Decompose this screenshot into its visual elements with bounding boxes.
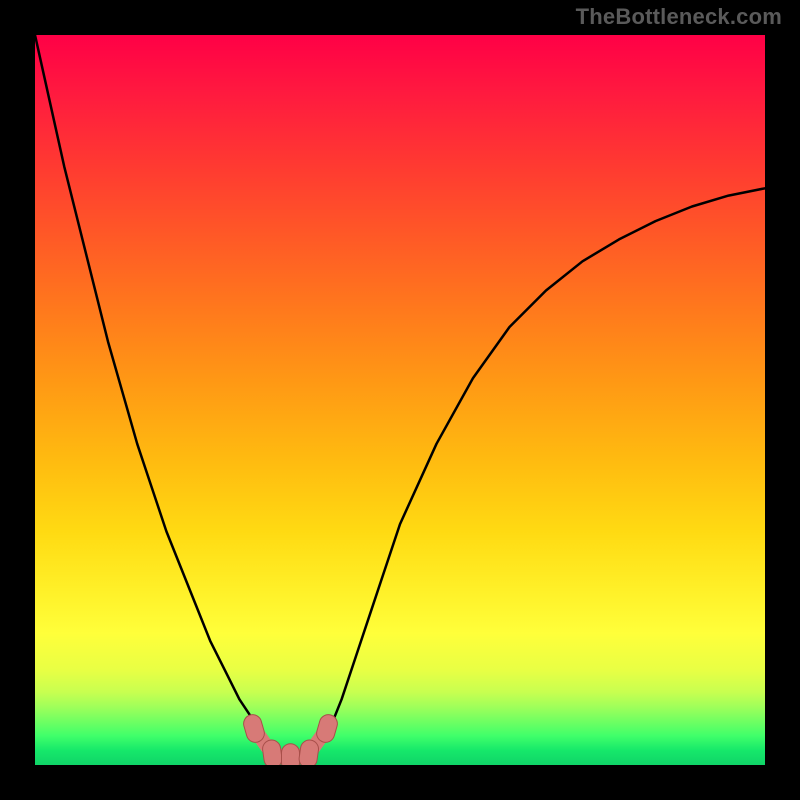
outer-frame: TheBottleneck.com <box>0 0 800 800</box>
markers-group <box>241 713 339 765</box>
curve-marker <box>298 739 320 765</box>
curve-marker <box>282 744 300 765</box>
plot-area <box>35 35 765 765</box>
curve-marker <box>261 739 283 765</box>
curve-markers <box>35 35 765 765</box>
watermark-text: TheBottleneck.com <box>576 4 782 30</box>
